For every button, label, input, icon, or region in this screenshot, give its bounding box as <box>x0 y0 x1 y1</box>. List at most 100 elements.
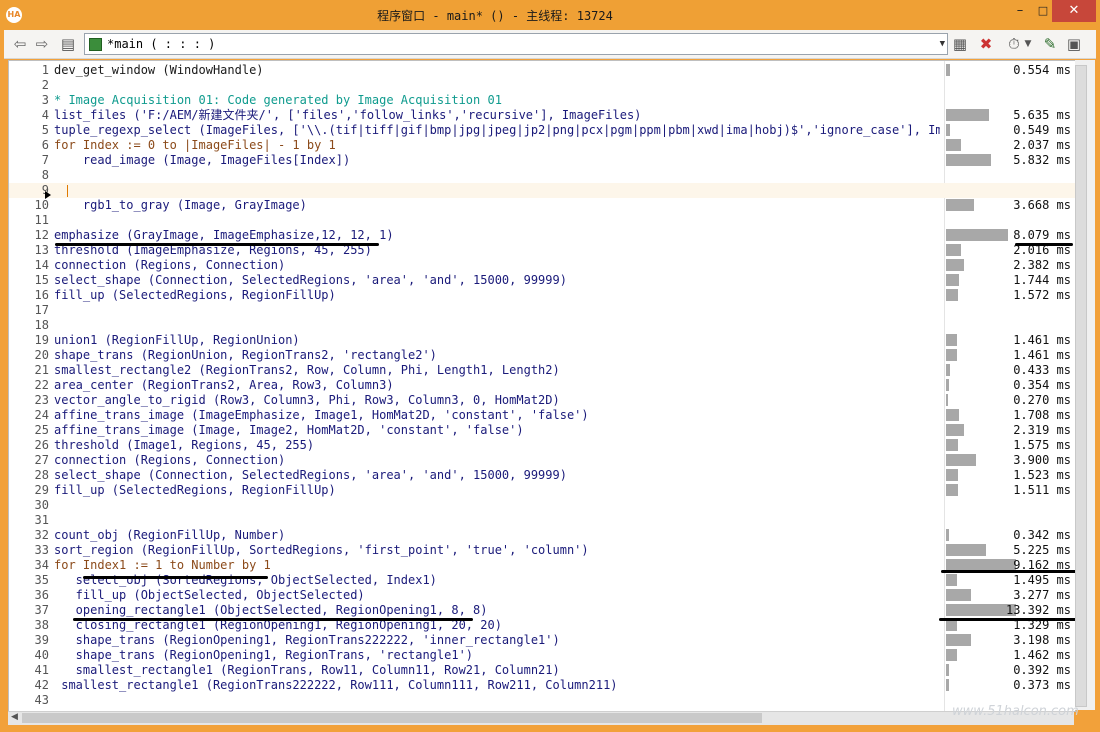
runtime-value: 2.382 ms <box>1013 258 1071 272</box>
code-line[interactable]: 12 emphasize (GrayImage, ImageEmphasize,1… <box>9 228 1075 243</box>
runtime-value: 3.668 ms <box>1013 198 1071 212</box>
underline-mark <box>1015 243 1073 246</box>
code-line[interactable]: 20 shape_trans (RegionUnion, RegionTrans2… <box>9 348 1075 363</box>
procedure-list-icon[interactable]: ▤ <box>58 34 78 54</box>
runtime-value: 1.511 ms <box>1013 483 1071 497</box>
code-line[interactable]: 40 shape_trans (RegionOpening1, RegionTr… <box>9 648 1075 663</box>
code-line[interactable]: 32 count_obj (RegionFillUp, Number) 0.342 … <box>9 528 1075 543</box>
runtime-bar <box>946 379 949 391</box>
code-line[interactable]: 39 shape_trans (RegionOpening1, RegionTr… <box>9 633 1075 648</box>
code-line[interactable]: 26 threshold (Image1, Regions, 45, 255) 1.… <box>9 438 1075 453</box>
code-text: vector_angle_to_rigid (Row3, Column3, Ph… <box>54 393 560 407</box>
line-number: 23 <box>34 393 49 407</box>
code-line[interactable]: 37 opening_rectangle1 (ObjectSelected, R… <box>9 603 1075 618</box>
vertical-scrollbar[interactable] <box>1075 65 1087 707</box>
code-line[interactable]: 9 <box>9 183 1075 199</box>
code-text: read_image (Image, ImageFiles[Index]) <box>54 153 351 167</box>
code-line[interactable]: 5 tuple_regexp_select (ImageFiles, ['\\.(… <box>9 123 1075 138</box>
runtime-bar <box>946 544 986 556</box>
code-line[interactable]: 23 vector_angle_to_rigid (Row3, Column3, … <box>9 393 1075 408</box>
line-number: 7 <box>41 153 49 167</box>
runtime-bar <box>946 199 974 211</box>
runtime-value: 0.373 ms <box>1013 678 1071 692</box>
code-line[interactable]: 4 list_files ('F:/AEM/新建文件夹/', ['files','… <box>9 108 1075 123</box>
code-text: union1 (RegionFillUp, RegionUnion) <box>54 333 300 347</box>
runtime-bar <box>946 529 949 541</box>
code-line[interactable]: 15 select_shape (Connection, SelectedRegi… <box>9 273 1075 288</box>
line-number: 1 <box>41 63 49 77</box>
runtime-bar <box>946 679 949 691</box>
code-line[interactable]: 10 rgb1_to_gray (Image, GrayImage) 3.668 … <box>9 198 1075 213</box>
line-number: 33 <box>34 543 49 557</box>
runtime-value: 2.037 ms <box>1013 138 1071 152</box>
code-line[interactable]: 43 <box>9 693 1075 708</box>
clipboard-icon[interactable]: ▣ <box>1064 34 1084 54</box>
forward-arrow-icon[interactable]: ⇨ <box>32 34 52 54</box>
code-line[interactable]: 33 sort_region (RegionFillUp, SortedRegio… <box>9 543 1075 558</box>
line-number: 2 <box>41 78 49 92</box>
code-text: area_center (RegionTrans2, Area, Row3, C… <box>54 378 394 392</box>
runtime-bar <box>946 664 949 676</box>
code-line[interactable]: 2 <box>9 78 1075 93</box>
runtime-value: 3.198 ms <box>1013 633 1071 647</box>
code-editor[interactable]: 1 dev_get_window (WindowHandle) 0.554 ms 2 3… <box>8 60 1076 712</box>
line-number: 31 <box>34 513 49 527</box>
code-line[interactable]: 29 fill_up (SelectedRegions, RegionFillUp… <box>9 483 1075 498</box>
runtime-bar <box>946 649 957 661</box>
code-line[interactable]: 17 <box>9 303 1075 318</box>
horizontal-scroll-thumb[interactable] <box>22 713 762 723</box>
underline-mark <box>83 576 268 579</box>
line-number: 6 <box>41 138 49 152</box>
runtime-value: 1.575 ms <box>1013 438 1071 452</box>
code-line[interactable]: 14 connection (Regions, Connection) 2.382 … <box>9 258 1075 273</box>
title-bar[interactable]: HA 程序窗口 - main* () - 主线程: 13724 – □ ✕ <box>0 0 1100 30</box>
chevron-down-icon[interactable]: ▼ <box>1018 34 1038 54</box>
runtime-bar <box>946 64 950 76</box>
line-number: 32 <box>34 528 49 542</box>
underline-mark <box>73 618 473 621</box>
close-button[interactable]: ✕ <box>1052 0 1096 22</box>
code-line[interactable]: 11 <box>9 213 1075 228</box>
code-line[interactable]: 34 for Index1 := 1 to Number by 1 9.162 ms <box>9 558 1075 573</box>
code-line[interactable]: 6 for Index := 0 to |ImageFiles| - 1 by 1… <box>9 138 1075 153</box>
code-line[interactable]: 31 <box>9 513 1075 528</box>
procedure-select-value: *main ( : : : ) <box>107 37 216 51</box>
window-title: 程序窗口 - main* () - 主线程: 13724 <box>377 9 613 23</box>
procedure-select[interactable]: *main ( : : : ) ▼ <box>84 33 948 55</box>
line-number: 3 <box>41 93 49 107</box>
clear-icon[interactable]: ✖ <box>976 34 996 54</box>
back-arrow-icon[interactable]: ⇦ <box>10 34 30 54</box>
line-number: 40 <box>34 648 49 662</box>
code-line[interactable]: 42 smallest_rectangle1 (RegionTrans22222… <box>9 678 1075 693</box>
code-line[interactable]: 16 fill_up (SelectedRegions, RegionFillUp… <box>9 288 1075 303</box>
code-line[interactable]: 7 read_image (Image, ImageFiles[Index]) 5… <box>9 153 1075 168</box>
line-number: 17 <box>34 303 49 317</box>
code-text: * Image Acquisition 01: Code generated b… <box>54 93 502 107</box>
code-line[interactable]: 1 dev_get_window (WindowHandle) 0.554 ms <box>9 63 1075 78</box>
line-number: 41 <box>34 663 49 677</box>
runtime-value: 0.433 ms <box>1013 363 1071 377</box>
code-line[interactable]: 18 <box>9 318 1075 333</box>
code-line[interactable]: 8 <box>9 168 1075 183</box>
code-line[interactable]: 41 smallest_rectangle1 (RegionTrans, Row… <box>9 663 1075 678</box>
code-line[interactable]: 28 select_shape (Connection, SelectedRegi… <box>9 468 1075 483</box>
code-line[interactable]: 30 <box>9 498 1075 513</box>
code-line[interactable]: 3 * Image Acquisition 01: Code generated … <box>9 93 1075 108</box>
tools-icon[interactable]: ✎ <box>1040 34 1060 54</box>
code-line[interactable]: 21 smallest_rectangle2 (RegionTrans2, Row… <box>9 363 1075 378</box>
code-line[interactable]: 25 affine_trans_image (Image, Image2, Hom… <box>9 423 1075 438</box>
runtime-value: 5.635 ms <box>1013 108 1071 122</box>
code-line[interactable]: 22 area_center (RegionTrans2, Area, Row3,… <box>9 378 1075 393</box>
scroll-left-icon[interactable]: ◀ <box>11 712 18 722</box>
calculator-icon[interactable]: ▦ <box>950 34 970 54</box>
code-text: opening_rectangle1 (ObjectSelected, Regi… <box>54 603 488 617</box>
code-line[interactable]: 36 fill_up (ObjectSelected, ObjectSelect… <box>9 588 1075 603</box>
line-number: 21 <box>34 363 49 377</box>
code-line[interactable]: 19 union1 (RegionFillUp, RegionUnion) 1.46… <box>9 333 1075 348</box>
code-line[interactable]: 27 connection (Regions, Connection) 3.900 … <box>9 453 1075 468</box>
code-text: tuple_regexp_select (ImageFiles, ['\\.(t… <box>54 123 940 137</box>
code-text: smallest_rectangle2 (RegionTrans2, Row, … <box>54 363 560 377</box>
code-line[interactable]: 24 affine_trans_image (ImageEmphasize, Im… <box>9 408 1075 423</box>
runtime-value: 0.270 ms <box>1013 393 1071 407</box>
horizontal-scrollbar[interactable]: ◀ <box>8 711 1074 725</box>
